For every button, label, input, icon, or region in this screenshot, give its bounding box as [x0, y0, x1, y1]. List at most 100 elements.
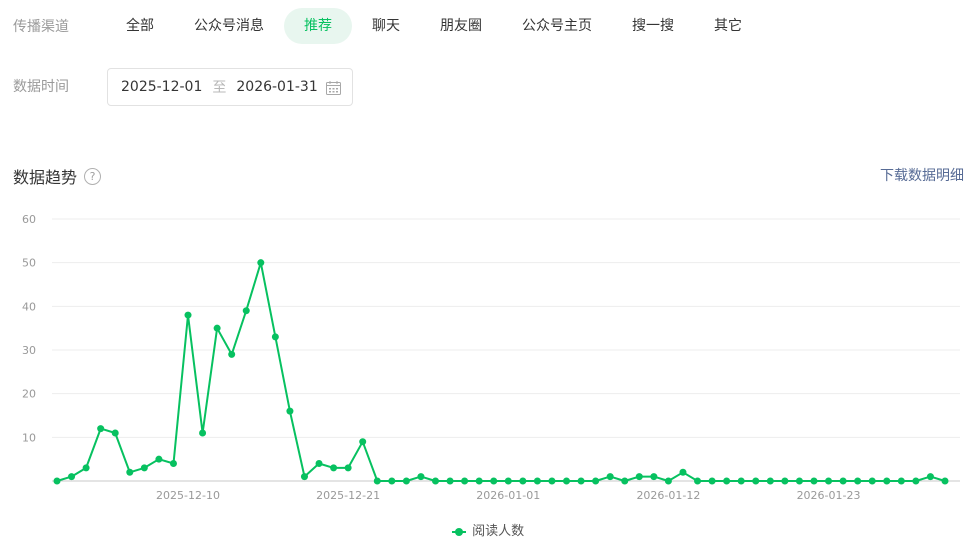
- y-tick-label: 40: [22, 300, 36, 313]
- data-point: [344, 464, 352, 472]
- data-point: [199, 429, 207, 437]
- data-point: [752, 477, 760, 485]
- channel-tabs: 全部 公众号消息 推荐 聊天 朋友圈 公众号主页 搜一搜 其它: [106, 8, 762, 46]
- data-point: [679, 468, 687, 476]
- data-point: [490, 477, 498, 485]
- data-point: [519, 477, 527, 485]
- channel-filter-label: 传播渠道: [13, 19, 69, 35]
- data-point: [53, 477, 61, 485]
- data-point: [548, 477, 556, 485]
- data-point: [766, 477, 774, 485]
- data-point: [373, 477, 381, 485]
- data-point: [461, 477, 469, 485]
- trend-chart: 10 20 30 40 50 60 2025-12-10 2025-12-21 2026-01-…: [22, 213, 960, 502]
- data-point: [82, 464, 90, 472]
- data-point: [825, 477, 833, 485]
- channel-tab-7[interactable]: 其它: [694, 8, 762, 44]
- data-point: [68, 473, 76, 481]
- data-point: [694, 477, 702, 485]
- data-point: [184, 311, 192, 319]
- calendar-icon[interactable]: [326, 81, 341, 95]
- data-point: [810, 477, 818, 485]
- channel-tab-1[interactable]: 公众号消息: [174, 8, 284, 44]
- trend-header: 数据趋势 ?: [13, 164, 102, 188]
- x-tick-label: 2025-12-10: [156, 489, 220, 502]
- date-start[interactable]: 2025-12-01: [121, 79, 202, 95]
- date-separator: 至: [212, 80, 227, 96]
- trend-title: 数据趋势: [13, 168, 78, 187]
- data-point: [330, 464, 338, 472]
- data-point: [592, 477, 600, 485]
- data-point: [664, 477, 672, 485]
- data-point: [708, 477, 716, 485]
- data-point: [97, 425, 105, 433]
- data-point: [883, 477, 891, 485]
- data-point: [286, 407, 294, 415]
- data-point: [388, 477, 396, 485]
- data-point: [111, 429, 119, 437]
- time-filter-row: 数据时间 2025-12-01 至 2026-01-31: [0, 68, 976, 106]
- data-point: [126, 468, 134, 476]
- data-point: [912, 477, 920, 485]
- data-point: [475, 477, 483, 485]
- data-point: [271, 333, 279, 341]
- data-point: [431, 477, 439, 485]
- data-point: [563, 477, 571, 485]
- data-point: [402, 477, 410, 485]
- channel-tab-2[interactable]: 推荐: [284, 8, 352, 44]
- data-point: [926, 473, 934, 481]
- channel-tab-4[interactable]: 朋友圈: [420, 8, 502, 44]
- data-point: [606, 473, 614, 481]
- channel-tab-3[interactable]: 聊天: [352, 8, 420, 44]
- data-point: [228, 350, 236, 358]
- x-tick-label: 2026-01-12: [636, 489, 700, 502]
- download-details-link[interactable]: 下载数据明细: [880, 165, 964, 185]
- data-point: [621, 477, 629, 485]
- y-tick-label: 10: [22, 431, 36, 444]
- data-point: [897, 477, 905, 485]
- data-point: [650, 473, 658, 481]
- series-line: [56, 261, 946, 482]
- data-point: [169, 460, 177, 468]
- y-tick-label: 50: [22, 257, 36, 270]
- data-point: [781, 477, 789, 485]
- data-point: [577, 477, 585, 485]
- date-end[interactable]: 2026-01-31: [236, 79, 317, 95]
- y-tick-label: 30: [22, 344, 36, 357]
- date-range-picker[interactable]: 2025-12-01 至 2026-01-31: [107, 68, 353, 106]
- data-point: [300, 473, 308, 481]
- data-point: [242, 307, 250, 315]
- x-tick-label: 2026-01-01: [476, 489, 540, 502]
- channel-tab-0[interactable]: 全部: [106, 8, 174, 44]
- data-point: [504, 477, 512, 485]
- legend-series-label: 阅读人数: [472, 524, 525, 539]
- data-point: [868, 477, 876, 485]
- data-point: [359, 438, 367, 446]
- data-point: [417, 473, 425, 481]
- data-point: [140, 464, 148, 472]
- channel-tab-5[interactable]: 公众号主页: [502, 8, 612, 44]
- legend-series-marker: [451, 527, 466, 537]
- data-point: [446, 477, 454, 485]
- x-tick-label: 2026-01-23: [797, 489, 861, 502]
- data-point: [257, 259, 265, 267]
- channel-tab-6[interactable]: 搜一搜: [612, 8, 694, 44]
- data-point: [737, 477, 745, 485]
- data-point: [315, 460, 323, 468]
- chart-legend[interactable]: 阅读人数: [0, 520, 976, 539]
- channel-filter-row: 传播渠道 全部 公众号消息 推荐 聊天 朋友圈 公众号主页 搜一搜 其它: [0, 8, 976, 46]
- data-point: [213, 324, 221, 332]
- data-point: [635, 473, 643, 481]
- data-point: [533, 477, 541, 485]
- time-filter-label: 数据时间: [13, 79, 69, 95]
- data-point: [155, 455, 163, 463]
- y-tick-label: 20: [22, 388, 36, 401]
- y-tick-label: 60: [22, 213, 36, 226]
- data-point: [795, 477, 803, 485]
- data-point: [839, 477, 847, 485]
- data-point: [854, 477, 862, 485]
- help-icon[interactable]: ?: [84, 167, 102, 185]
- data-point: [941, 477, 949, 485]
- data-point: [723, 477, 731, 485]
- x-tick-label: 2025-12-21: [316, 489, 380, 502]
